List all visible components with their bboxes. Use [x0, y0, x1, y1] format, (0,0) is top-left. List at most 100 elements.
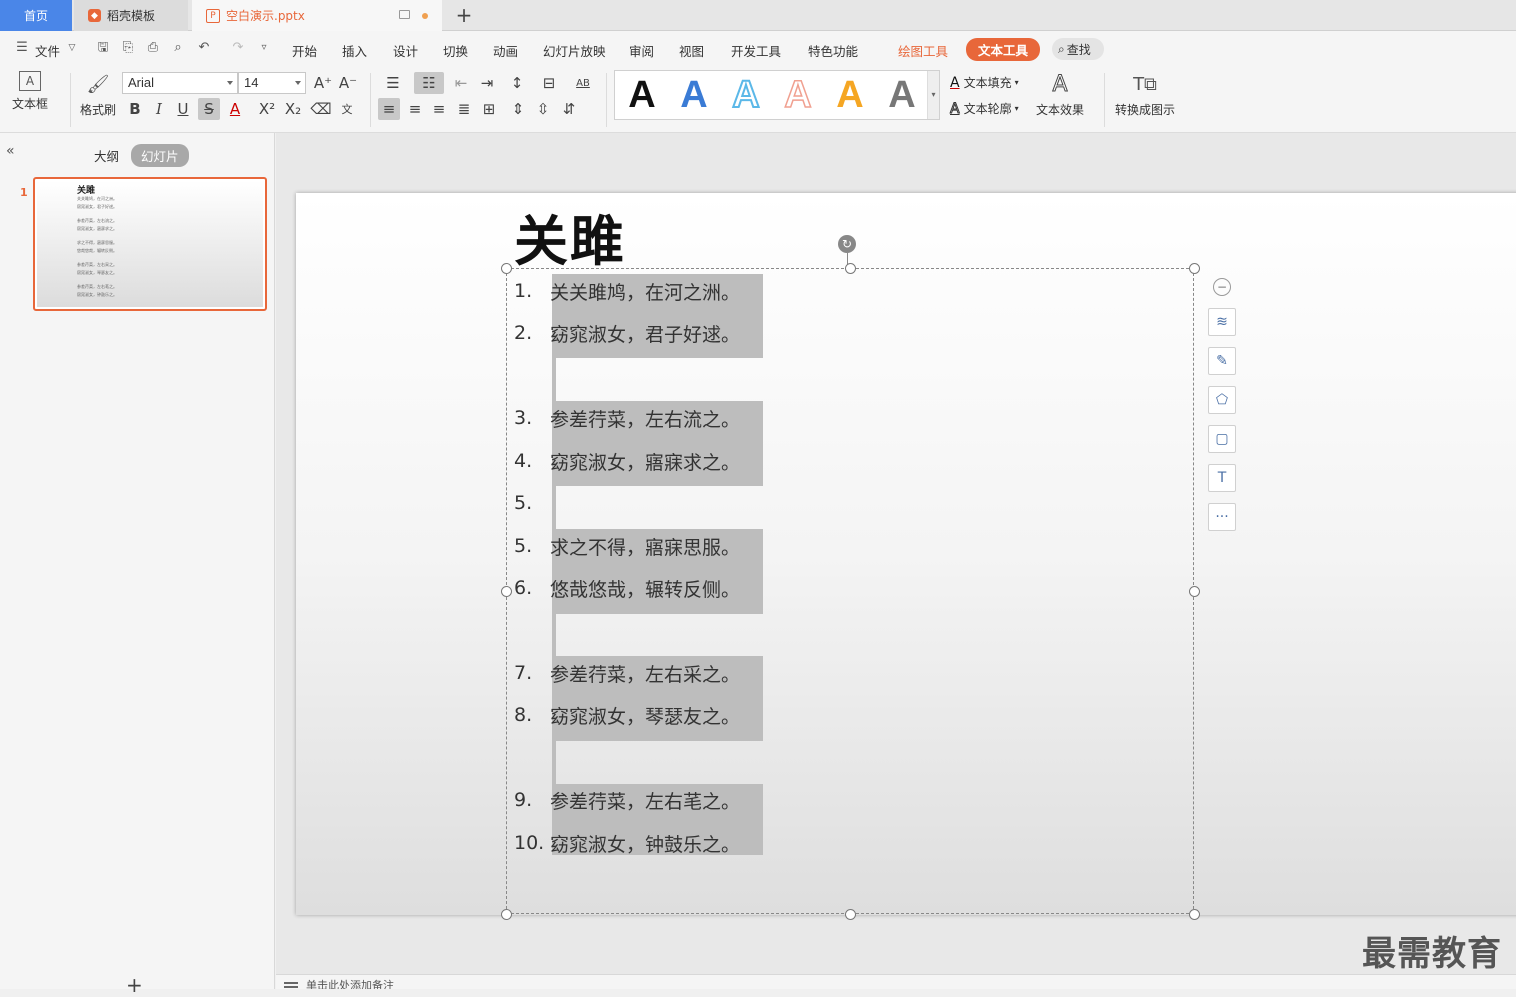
format-painter-button[interactable]: 🖌 格式刷: [80, 71, 116, 118]
text-outline-button[interactable]: A 文本轮廓 ▾: [950, 100, 1019, 117]
list-item[interactable]: 7. 参差荇菜，左右采之。: [514, 652, 740, 694]
distribute-icon[interactable]: ⊞: [478, 98, 500, 120]
text-fill-button[interactable]: A 文本填充 ▾: [950, 74, 1019, 91]
text-direction-icon[interactable]: ↕: [506, 72, 528, 94]
text-style-blue[interactable]: A: [671, 74, 717, 116]
rotate-handle-icon[interactable]: ↻: [838, 235, 856, 253]
list-item[interactable]: 10. 窈窕淑女，钟鼓乐之。: [514, 822, 740, 864]
text-effect-button[interactable]: A 文本效果: [1036, 71, 1084, 118]
menu-animation[interactable]: 动画: [493, 41, 518, 60]
save-icon[interactable]: 🖫: [95, 40, 111, 56]
align-right-icon[interactable]: ≡: [428, 98, 450, 120]
convert-graphic-button[interactable]: T⧉ 转换成图示: [1115, 71, 1175, 118]
subscript-icon[interactable]: X₂: [282, 98, 304, 120]
more-icon[interactable]: ···: [1208, 503, 1236, 531]
slide-title[interactable]: 关雎: [514, 197, 626, 276]
increase-indent-icon[interactable]: ⇥: [476, 72, 498, 94]
align-text-icon[interactable]: ⊟: [538, 72, 560, 94]
phonetic-icon[interactable]: 文: [336, 98, 358, 120]
print-icon[interactable]: ⎙: [145, 40, 161, 56]
list-item[interactable]: 4. 窈窕淑女，寤寐求之。: [514, 440, 740, 482]
menu-text-tools[interactable]: 文本工具: [966, 38, 1041, 61]
pen-icon[interactable]: ✎: [1208, 347, 1236, 375]
underline-icon[interactable]: U: [172, 98, 194, 120]
redo-icon[interactable]: ↷: [230, 40, 246, 56]
list-item[interactable]: 5. 求之不得，寤寐思服。: [514, 525, 740, 567]
menu-review[interactable]: 审阅: [629, 41, 654, 60]
gallery-scroll-icon[interactable]: ▾: [927, 71, 939, 119]
list-item[interactable]: 2. 窈窕淑女，君子好逑。: [514, 312, 740, 354]
tab-home[interactable]: 首页: [0, 0, 72, 31]
resize-handle-bottom[interactable]: [845, 909, 856, 920]
menu-slideshow[interactable]: 幻灯片放映: [543, 41, 606, 60]
shape-outline-icon[interactable]: ▢: [1208, 425, 1236, 453]
text-columns-icon[interactable]: AB: [572, 72, 594, 94]
new-tab-button[interactable]: +: [452, 3, 476, 27]
italic-icon[interactable]: I: [148, 98, 170, 120]
collapse-panel-icon[interactable]: «: [6, 143, 15, 159]
resize-handle-bottom-right[interactable]: [1189, 909, 1200, 920]
line-spacing-icon[interactable]: ⇕: [507, 98, 529, 120]
menu-view[interactable]: 视图: [679, 41, 704, 60]
list-item[interactable]: 6. 悠哉悠哉，辗转反侧。: [514, 567, 740, 609]
search-button[interactable]: ⌕ 查找: [1052, 38, 1104, 60]
fill-bucket-icon[interactable]: ⬠: [1208, 386, 1236, 414]
bullet-list-icon[interactable]: ☰: [382, 72, 404, 94]
menu-file[interactable]: 文件: [35, 41, 60, 60]
menu-insert[interactable]: 插入: [342, 41, 367, 60]
slides-tab[interactable]: 幻灯片: [131, 144, 189, 167]
eraser-icon[interactable]: ⌫: [310, 98, 332, 120]
numbered-list-icon[interactable]: ☷: [414, 72, 444, 94]
list-item[interactable]: 1. 关关雎鸠，在河之洲。: [514, 270, 740, 312]
tab-template[interactable]: ◆ 稻壳模板: [74, 0, 188, 31]
strikethrough-icon[interactable]: S: [198, 98, 220, 120]
tab-document[interactable]: P 空白演示.pptx: [192, 0, 442, 31]
print-preview-icon[interactable]: ⌕: [170, 40, 186, 56]
align-left-icon[interactable]: ≡: [378, 98, 400, 120]
resize-handle-bottom-left[interactable]: [501, 909, 512, 920]
text-convert-icon[interactable]: T: [1208, 464, 1236, 492]
hamburger-icon[interactable]: ☰: [14, 40, 30, 56]
text-style-outline-blue[interactable]: A: [723, 73, 769, 117]
list-item[interactable]: 3. 参差荇菜，左右流之。: [514, 397, 740, 439]
align-center-icon[interactable]: ≡: [404, 98, 426, 120]
undo-icon[interactable]: ↶: [196, 40, 212, 56]
resize-handle-right[interactable]: [1189, 586, 1200, 597]
add-slide-button[interactable]: +: [126, 973, 143, 997]
menu-start[interactable]: 开始: [292, 41, 317, 60]
chevron-down-icon[interactable]: ▽: [64, 40, 80, 56]
notes-bar[interactable]: 单击此处添加备注: [276, 974, 1516, 989]
justify-icon[interactable]: ≣: [453, 98, 475, 120]
menu-features[interactable]: 特色功能: [808, 41, 858, 60]
decrease-indent-icon[interactable]: ⇤: [450, 72, 472, 94]
collapse-toolbar-icon[interactable]: −: [1213, 278, 1231, 296]
menu-drawing-tools[interactable]: 绘图工具: [898, 41, 948, 60]
bold-icon[interactable]: B: [124, 98, 146, 120]
text-style-outline-pink[interactable]: A: [775, 73, 821, 117]
slide-canvas[interactable]: 关雎 ↻ 1. 关关雎鸠，在河之洲。 2. 窈窕淑女，君子好逑。 3. 参差荇菜，左右…: [296, 193, 1516, 920]
text-style-black[interactable]: A: [619, 74, 665, 116]
text-style-orange[interactable]: A: [827, 74, 873, 116]
menu-developer[interactable]: 开发工具: [731, 41, 781, 60]
increase-font-icon[interactable]: A⁺: [312, 72, 334, 94]
layers-icon[interactable]: ≋: [1208, 308, 1236, 336]
resize-handle-top-right[interactable]: [1189, 263, 1200, 274]
outline-tab[interactable]: 大纲: [94, 146, 119, 165]
font-name-select[interactable]: Arial: [122, 72, 238, 94]
text-style-gray[interactable]: A: [879, 74, 925, 116]
font-size-select[interactable]: 14: [238, 72, 306, 94]
paragraph-spacing-icon[interactable]: ⇳: [532, 98, 554, 120]
menu-transition[interactable]: 切换: [443, 41, 468, 60]
list-item[interactable]: 8. 窈窕淑女，琴瑟友之。: [514, 694, 740, 736]
resize-handle-left[interactable]: [501, 586, 512, 597]
export-icon[interactable]: ⎘: [120, 40, 136, 56]
list-item[interactable]: 9. 参差荇菜，左右芼之。: [514, 779, 740, 821]
resize-handle-top-left[interactable]: [501, 263, 512, 274]
slide-thumbnail[interactable]: 关雎 关关雎鸠，在河之洲。 窈窕淑女，君子好逑。 参差荇菜，左右流之。 窈窕淑女…: [33, 177, 267, 311]
resize-handle-top[interactable]: [845, 263, 856, 274]
list-item[interactable]: 5.: [514, 482, 550, 524]
customize-icon[interactable]: ▿: [256, 40, 272, 56]
monitor-icon[interactable]: [399, 10, 410, 19]
superscript-icon[interactable]: X²: [256, 98, 278, 120]
font-color-icon[interactable]: A: [224, 98, 246, 120]
